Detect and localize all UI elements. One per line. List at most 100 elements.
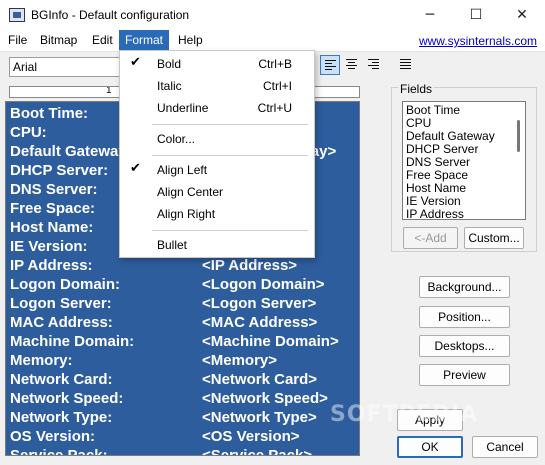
maximize-button[interactable]: ☐ [453,0,499,30]
desktops-button[interactable]: Desktops... [419,335,510,357]
info-value: <IP Address> [202,257,298,274]
format-align-left-item[interactable]: ✔ Align Left [120,159,314,181]
fields-list[interactable]: Boot Time CPU Default Gateway DHCP Server DN… [402,101,526,220]
bold-shortcut: Ctrl+B [258,57,292,71]
info-value: <Memory> [202,352,278,369]
color-label: Color... [157,132,196,146]
align-right-button[interactable] [364,55,384,75]
bginfo-app-icon [9,8,25,22]
bold-label: Bold [157,57,182,71]
info-row: Service Pack: <Service Pack> [10,447,359,456]
format-align-right-item[interactable]: Align Right [120,203,314,225]
align-left-label: Align Left [157,163,208,177]
info-label: Logon Server: [10,295,112,312]
format-underline-item[interactable]: Underline Ctrl+U [120,97,314,119]
format-bullet-item[interactable]: Bullet [120,234,314,256]
info-value: <Logon Server> [202,295,317,312]
align-left-icon [325,60,336,72]
preview-button[interactable]: Preview [419,364,510,386]
info-label: DHCP Server: [10,162,109,179]
info-value: <Network Card> [202,371,318,388]
bullet-label: Bullet [157,238,188,252]
align-right-label: Align Right [157,207,216,221]
menu-separator [152,124,308,125]
info-row: Memory: <Memory> [10,352,359,371]
bullet-button[interactable] [396,55,416,75]
info-value: <Network Type> [202,409,317,426]
info-row: MAC Address: <MAC Address> [10,314,359,333]
ruler-mark: 1 [106,86,112,96]
title-bar: BGInfo - Default configuration ─ ☐ ✕ [0,0,545,30]
info-label: Boot Time: [10,105,89,122]
info-value: <Network Speed> [202,390,328,407]
info-value: <Machine Domain> [202,333,339,350]
menu-edit[interactable]: Edit [86,30,119,50]
format-color-item[interactable]: Color... [120,128,314,150]
info-row: Logon Server: <Logon Server> [10,295,359,314]
info-label: Network Speed: [10,390,124,407]
info-label: DNS Server: [10,181,98,198]
info-label: Free Space: [10,200,96,217]
italic-label: Italic [157,79,182,93]
background-button[interactable]: Background... [419,276,510,298]
close-button[interactable]: ✕ [499,0,545,30]
window-title: BGInfo - Default configuration [31,8,190,22]
info-row: IP Address: <IP Address> [10,257,359,276]
cancel-button[interactable]: Cancel [472,436,538,458]
fields-caption: Fields [398,82,435,96]
menu-help[interactable]: Help [172,30,209,50]
add-field-button[interactable]: <-Add [403,227,458,249]
info-value: <MAC Address> [202,314,318,331]
menu-separator [152,230,308,231]
info-label: MAC Address: [10,314,113,331]
info-label: Service Pack: [10,447,108,456]
bold-check-icon: ✔ [130,55,141,70]
italic-shortcut: Ctrl+I [262,79,292,93]
info-label: Machine Domain: [10,333,135,350]
watermark: SOFTPEDIA [330,402,479,427]
font-selector[interactable]: Arial [9,57,129,77]
info-label: Network Card: [10,371,113,388]
position-button[interactable]: Position... [419,306,510,328]
custom-field-button[interactable]: Custom... [464,227,524,249]
format-align-center-item[interactable]: Align Center [120,181,314,203]
format-bold-item[interactable]: ✔ Bold Ctrl+B [120,53,314,75]
info-label: Logon Domain: [10,276,120,293]
info-row: Network Type: <Network Type> [10,409,359,428]
menu-format[interactable]: Format [119,30,170,50]
info-row: Machine Domain: <Machine Domain> [10,333,359,352]
info-label: Default Gateway: [10,143,132,160]
field-item[interactable]: IP Address [406,208,464,220]
underline-label: Underline [157,101,209,115]
format-menu-dropdown: ✔ Bold Ctrl+B Italic Ctrl+I Underline Ct… [119,50,315,258]
align-center-icon [346,59,357,71]
info-label: Network Type: [10,409,113,426]
fields-scrollbar[interactable] [517,120,520,152]
info-label: IE Version: [10,238,88,255]
align-left-check-icon: ✔ [130,161,141,176]
info-label: IP Address: [10,257,93,274]
info-row: Logon Domain: <Logon Domain> [10,276,359,295]
info-row: Network Speed: <Network Speed> [10,390,359,409]
info-label: Host Name: [10,219,94,236]
align-left-button[interactable] [320,55,340,75]
align-right-icon [368,59,379,71]
bullet-list-icon [400,59,411,71]
info-label: Memory: [10,352,73,369]
sysinternals-link[interactable]: www.sysinternals.com [419,34,537,48]
format-italic-item[interactable]: Italic Ctrl+I [120,75,314,97]
minimize-button[interactable]: ─ [407,0,453,30]
info-value: <OS Version> [202,428,300,445]
menu-separator [152,155,308,156]
info-value: <Logon Domain> [202,276,325,293]
info-row: OS Version: <OS Version> [10,428,359,447]
info-label: CPU: [10,124,47,141]
align-center-button[interactable] [342,55,362,75]
info-value: <Service Pack> [202,447,313,456]
align-center-label: Align Center [157,185,224,199]
info-row: Network Card: <Network Card> [10,371,359,390]
underline-shortcut: Ctrl+U [257,101,292,115]
menu-bitmap[interactable]: Bitmap [34,30,83,50]
ok-button[interactable]: OK [397,436,463,458]
menu-file[interactable]: File [2,30,33,50]
